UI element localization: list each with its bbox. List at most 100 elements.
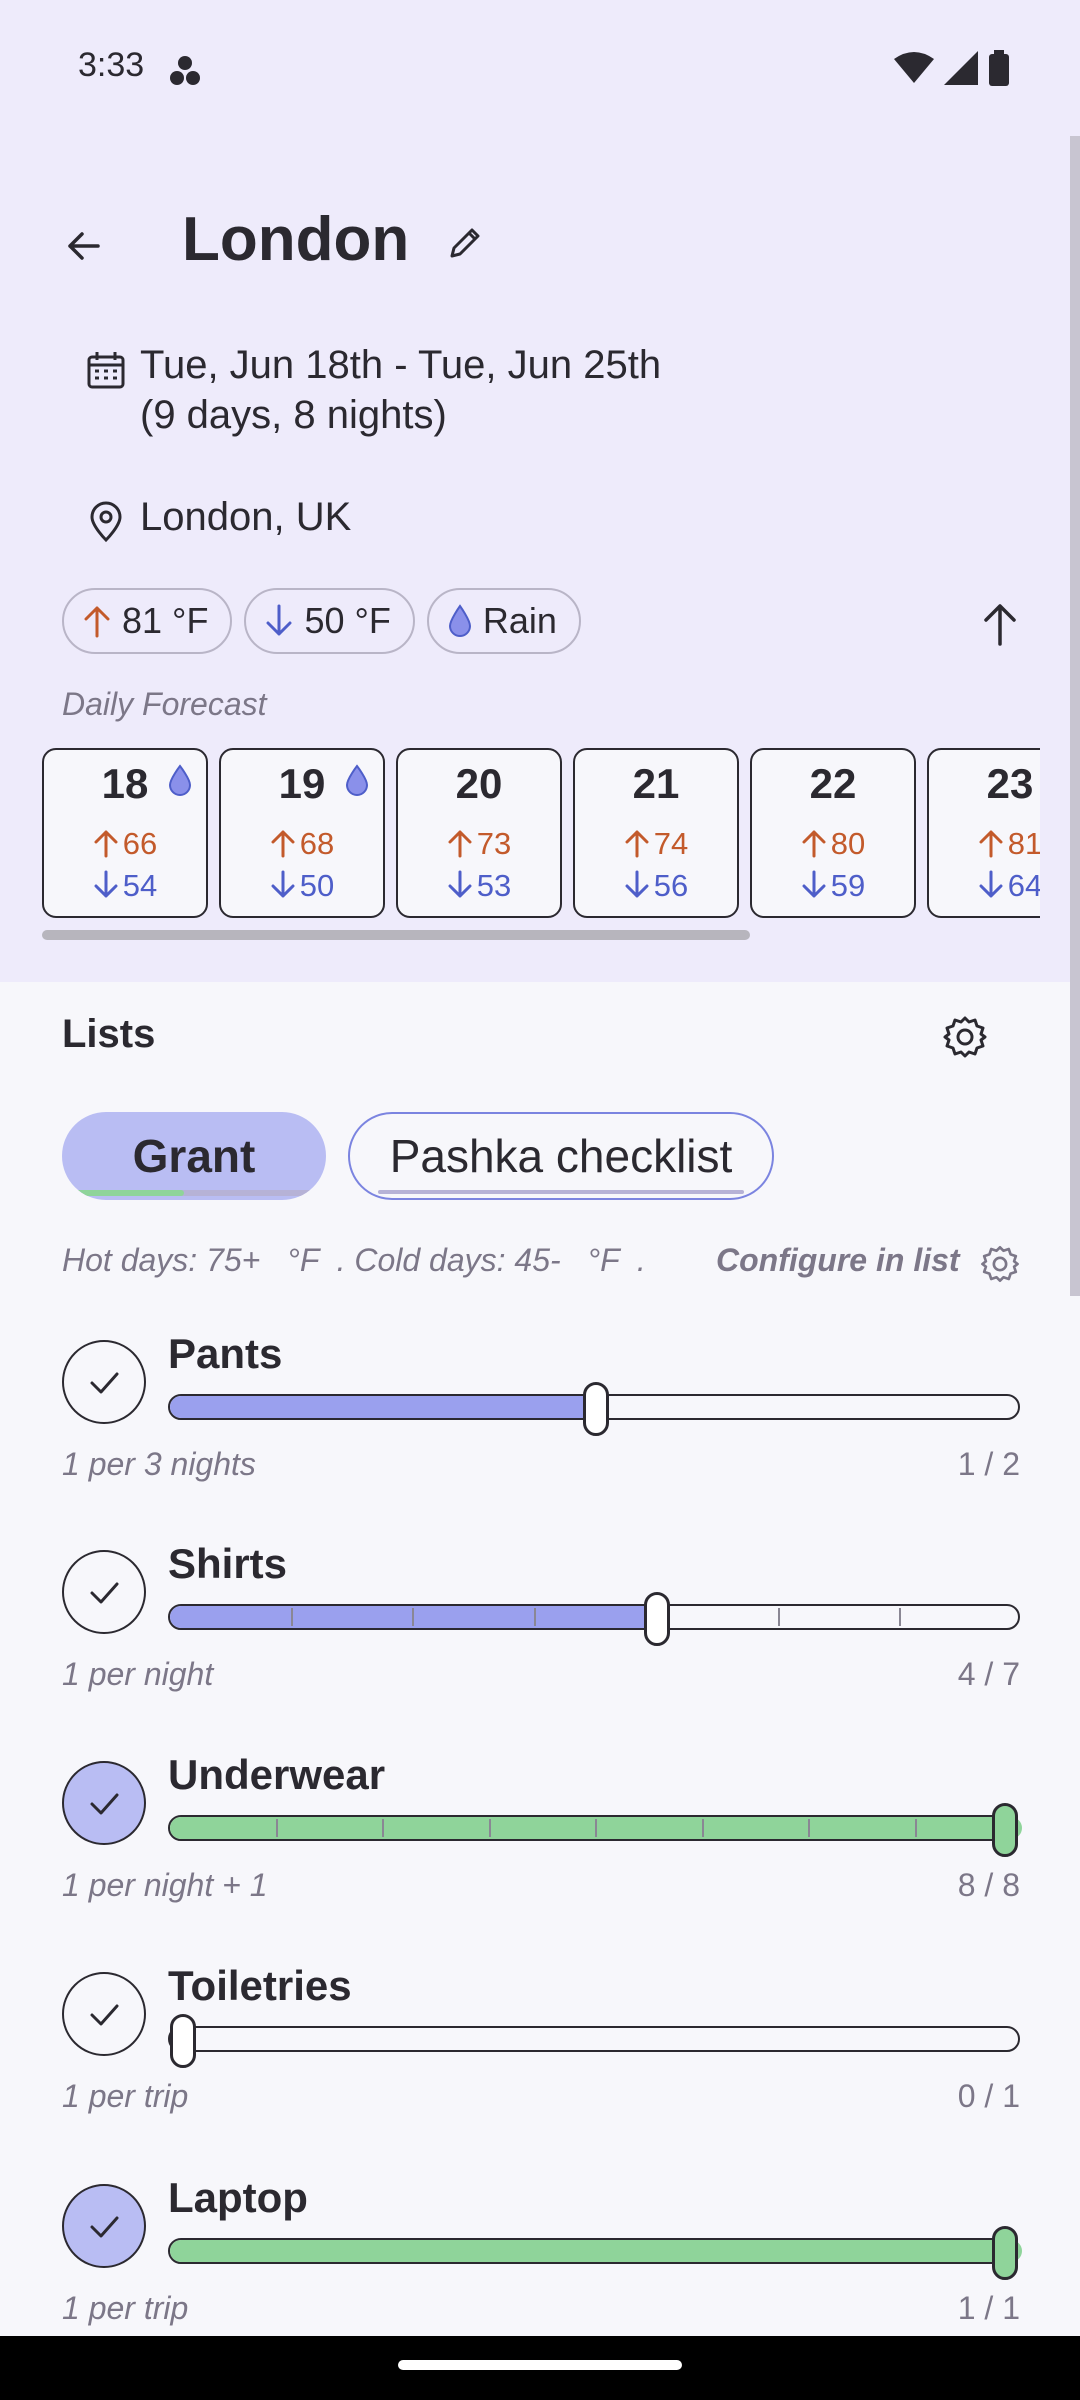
slider-tick bbox=[275, 1819, 278, 1837]
forecast-day-number: 21 bbox=[632, 760, 680, 807]
forecast-day-card[interactable]: 23 81 64 bbox=[927, 748, 1040, 918]
forecast-day-card[interactable]: 19 68 50 bbox=[219, 748, 385, 918]
item-name: Laptop bbox=[168, 2174, 308, 2221]
lists-heading: Lists bbox=[62, 1012, 156, 1056]
forecast-day-card[interactable]: 21 74 56 bbox=[573, 748, 739, 918]
item-check-toggle[interactable] bbox=[62, 2184, 146, 2268]
slider-thumb[interactable] bbox=[643, 1592, 670, 1646]
tab-grant[interactable]: Grant bbox=[62, 1112, 326, 1200]
item-name: Shirts bbox=[168, 1540, 288, 1587]
low-temp-chip[interactable]: 50 °F bbox=[244, 588, 415, 654]
forecast-low: 53 bbox=[398, 868, 560, 904]
edit-title-button[interactable] bbox=[444, 220, 488, 264]
weather-summary: 81 °F 50 °F Rain bbox=[62, 588, 581, 654]
cell-signal-icon bbox=[944, 51, 978, 85]
collapse-arrow-up-icon[interactable] bbox=[972, 596, 1028, 652]
forecast-low-value: 64 bbox=[1007, 868, 1040, 903]
item-count: 4 / 7 bbox=[957, 1656, 1020, 1692]
arrow-up-icon bbox=[802, 830, 826, 858]
status-time: 3:33 bbox=[78, 46, 145, 84]
trip-date-range: Tue, Jun 18th - Tue, Jun 25th bbox=[140, 343, 662, 387]
slider-thumb[interactable] bbox=[170, 2014, 196, 2068]
rain-drop-icon bbox=[345, 764, 369, 796]
item-quantity-slider[interactable] bbox=[168, 2014, 1020, 2068]
lists-settings-gear-icon[interactable] bbox=[940, 1012, 990, 1062]
location-pin-icon bbox=[90, 501, 122, 543]
page-title: London bbox=[182, 205, 410, 274]
forecast-high: 73 bbox=[398, 826, 560, 862]
wifi-icon bbox=[894, 52, 934, 83]
forecast-high-value: 81 bbox=[1007, 826, 1040, 861]
item-quantity-slider[interactable] bbox=[168, 1592, 1020, 1646]
high-temp-chip[interactable]: 81 °F bbox=[62, 588, 233, 654]
packing-item: Underwear 1 per night + 1 8 / 8 bbox=[0, 1751, 1080, 1951]
daily-forecast-strip[interactable]: 18 66 54 19 68 50 20 73 53 21 74 56 22 80 59 23 81 64 bbox=[40, 748, 1040, 920]
slider-tick bbox=[701, 1819, 704, 1837]
slider-tick bbox=[595, 1819, 597, 1837]
slider-thumb[interactable] bbox=[583, 1382, 609, 1436]
forecast-low-value: 50 bbox=[299, 868, 335, 903]
item-rate: 1 per night bbox=[62, 1656, 214, 1692]
forecast-high: 74 bbox=[575, 826, 737, 862]
item-name: Toiletries bbox=[168, 1962, 352, 2009]
configure-in-list-link[interactable]: Configure in list bbox=[716, 1242, 960, 1279]
slider-thumb[interactable] bbox=[992, 1803, 1018, 1857]
slider-tick bbox=[382, 1819, 384, 1837]
slider-tick bbox=[899, 1608, 902, 1626]
item-check-toggle[interactable] bbox=[62, 1340, 146, 1424]
item-check-toggle[interactable] bbox=[62, 1550, 146, 1634]
slider-tick bbox=[914, 1819, 917, 1837]
forecast-day-number: 23 bbox=[986, 760, 1034, 807]
arrow-down-icon bbox=[448, 870, 472, 898]
slider-thumb[interactable] bbox=[992, 2226, 1018, 2280]
slider-tick bbox=[290, 1608, 293, 1626]
forecast-low: 54 bbox=[44, 868, 206, 904]
app-header: London bbox=[0, 190, 1080, 300]
forecast-low: 56 bbox=[575, 868, 737, 904]
slider-tick bbox=[808, 1819, 810, 1837]
forecast-day-card[interactable]: 22 80 59 bbox=[750, 748, 916, 918]
item-name: Pants bbox=[168, 1330, 283, 1377]
checkmark-icon bbox=[90, 1372, 119, 1394]
item-quantity-slider[interactable] bbox=[168, 2226, 1022, 2280]
back-button[interactable] bbox=[54, 216, 114, 276]
forecast-high: 66 bbox=[44, 826, 206, 862]
item-rate: 1 per 3 nights bbox=[62, 1446, 256, 1482]
forecast-day-card[interactable]: 18 66 54 bbox=[42, 748, 208, 918]
forecast-day-card[interactable]: 20 73 53 bbox=[396, 748, 562, 918]
forecast-low: 64 bbox=[929, 868, 1040, 904]
checkmark-icon bbox=[90, 2004, 119, 2026]
slider-tick bbox=[777, 1608, 780, 1626]
arrow-up-icon bbox=[625, 830, 649, 858]
arrow-down-icon bbox=[802, 870, 826, 898]
low-temp-value: 50 °F bbox=[304, 600, 391, 641]
item-count: 1 / 1 bbox=[957, 2290, 1020, 2326]
item-check-toggle[interactable] bbox=[62, 1761, 146, 1845]
tab-pashka-progress bbox=[378, 1190, 744, 1194]
slider-fill bbox=[170, 1396, 596, 1418]
item-quantity-slider[interactable] bbox=[168, 1803, 1022, 1857]
forecast-high: 68 bbox=[221, 826, 383, 862]
configure-gear-icon[interactable] bbox=[978, 1242, 1022, 1286]
temperature-rule-text: Hot days: 75+ °F . Cold days: 45- °F . bbox=[62, 1242, 646, 1278]
tab-pashka-checklist[interactable]: Pashka checklist bbox=[348, 1112, 774, 1200]
forecast-high-value: 74 bbox=[653, 826, 689, 861]
item-count: 1 / 2 bbox=[957, 1446, 1020, 1482]
arrow-down-icon bbox=[979, 870, 1003, 898]
slider-tick bbox=[412, 1608, 415, 1626]
home-gesture-handle[interactable] bbox=[398, 2360, 682, 2370]
tab-grant-progress-fill bbox=[76, 1190, 184, 1196]
status-bar: 3:33 bbox=[0, 0, 1080, 136]
arrow-up-icon bbox=[94, 830, 118, 858]
trip-dates[interactable]: Tue, Jun 18th - Tue, Jun 25th (9 days, 8… bbox=[84, 340, 661, 440]
condition-chip[interactable]: Rain bbox=[426, 588, 581, 654]
trip-location[interactable]: London, UK bbox=[84, 492, 351, 544]
item-quantity-slider[interactable] bbox=[168, 1382, 1020, 1436]
calendar-icon bbox=[87, 352, 125, 389]
arrow-down-icon bbox=[266, 604, 292, 636]
forecast-high: 81 bbox=[929, 826, 1040, 862]
page-scrollbar[interactable] bbox=[1070, 136, 1080, 1296]
packing-item: Toiletries 1 per trip 0 / 1 bbox=[0, 1962, 1080, 2162]
item-check-toggle[interactable] bbox=[62, 1972, 146, 2056]
packing-item: Pants 1 per 3 nights 1 / 2 bbox=[0, 1330, 1080, 1530]
